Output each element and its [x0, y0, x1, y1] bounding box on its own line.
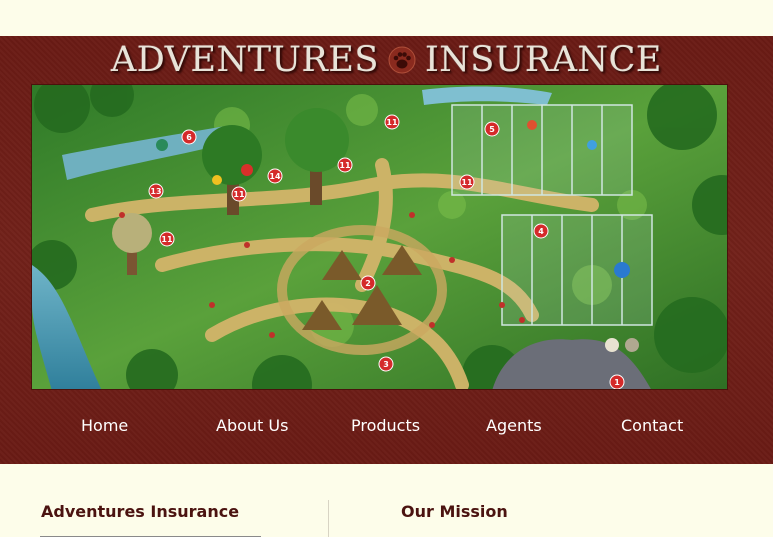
svg-text:11: 11 [161, 235, 173, 244]
svg-text:1: 1 [614, 378, 620, 387]
main-nav: Home About Us Products Agents Contact [0, 408, 773, 444]
map-marker-1[interactable]: 1 [609, 374, 625, 389]
nav-products[interactable]: Products [351, 416, 420, 435]
svg-text:13: 13 [150, 187, 161, 196]
nav-agents[interactable]: Agents [486, 416, 542, 435]
site-header: ADVENTURES INSURANCE 6 11 5 11 14 11 13 … [0, 36, 773, 464]
svg-text:6: 6 [186, 133, 192, 142]
map-marker-13[interactable]: 13 [148, 183, 164, 199]
site-logo[interactable]: ADVENTURES INSURANCE [0, 36, 773, 84]
svg-text:3: 3 [383, 360, 389, 369]
paw-icon [388, 46, 416, 74]
map-marker-11[interactable]: 11 [231, 186, 247, 202]
map-marker-11[interactable]: 11 [459, 174, 475, 190]
top-strip [0, 0, 773, 36]
map-marker-6[interactable]: 6 [181, 129, 197, 145]
nav-about-us[interactable]: About Us [216, 416, 288, 435]
svg-text:11: 11 [461, 178, 473, 187]
svg-text:11: 11 [339, 161, 351, 170]
logo-text-left: ADVENTURES [111, 40, 379, 80]
map-marker-14[interactable]: 14 [267, 168, 283, 184]
svg-text:5: 5 [489, 125, 495, 134]
map-marker-3[interactable]: 3 [378, 356, 394, 372]
logo-text-right: INSURANCE [424, 40, 662, 80]
map-marker-2[interactable]: 2 [360, 275, 376, 291]
map-marker-11[interactable]: 11 [159, 231, 175, 247]
hero-map-image: 6 11 5 11 14 11 13 11 11 4 2 3 1 [31, 84, 728, 390]
map-marker-5[interactable]: 5 [484, 121, 500, 137]
left-column-title: Adventures Insurance [41, 502, 240, 521]
svg-text:14: 14 [269, 172, 281, 181]
mission-title: Our Mission [401, 502, 508, 521]
svg-text:4: 4 [538, 227, 544, 236]
column-divider [328, 500, 329, 537]
svg-text:11: 11 [386, 118, 398, 127]
map-marker-11[interactable]: 11 [337, 157, 353, 173]
nav-contact[interactable]: Contact [621, 416, 683, 435]
svg-text:11: 11 [233, 190, 245, 199]
content-area: Adventures Insurance Our Mission [0, 464, 773, 537]
svg-text:2: 2 [365, 279, 371, 288]
map-marker-11[interactable]: 11 [384, 114, 400, 130]
map-marker-4[interactable]: 4 [533, 223, 549, 239]
nav-home[interactable]: Home [81, 416, 128, 435]
